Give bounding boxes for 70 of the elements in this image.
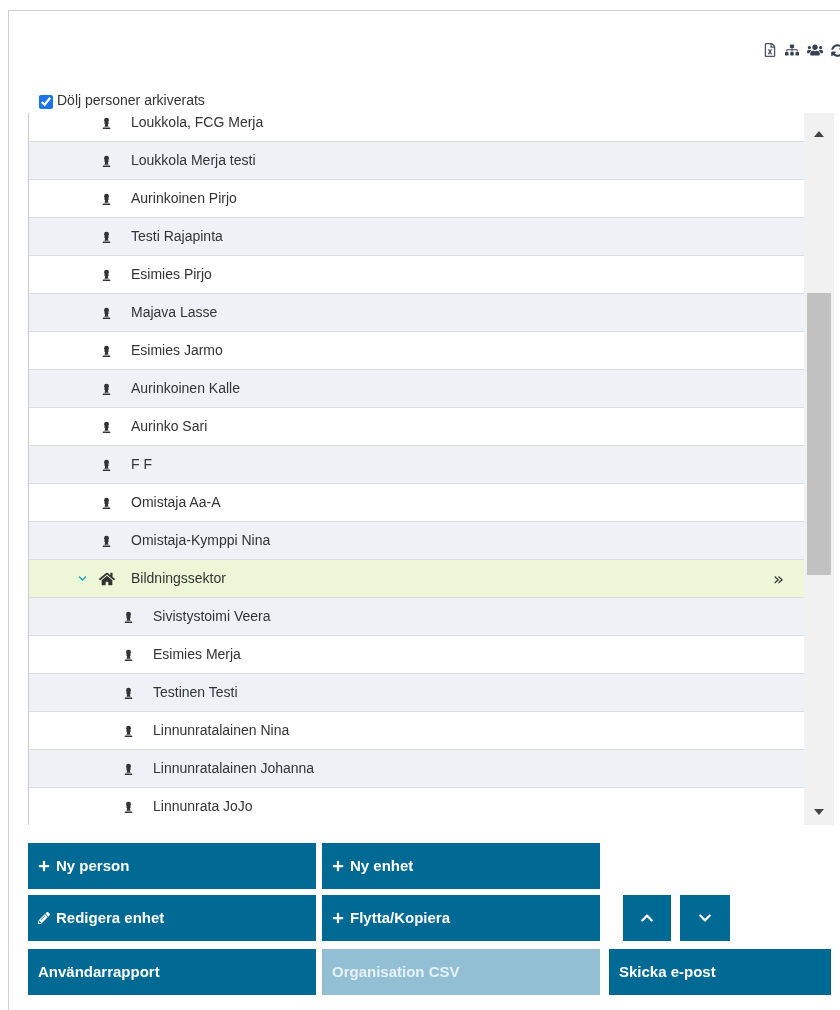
person-icon: [123, 648, 134, 661]
person-icon: [101, 344, 112, 357]
person-icon: [123, 724, 134, 737]
person-row[interactable]: Majava Lasse: [29, 294, 804, 332]
person-row[interactable]: Loukkola Merja testi: [29, 142, 804, 180]
person-icon: [101, 420, 112, 433]
person-name: Linnunrata JoJo: [153, 797, 253, 816]
person-row[interactable]: Aurinkoinen Kalle: [29, 370, 804, 408]
person-row[interactable]: Omistaja-Kymppi Nina: [29, 522, 804, 560]
person-name: Aurinkoinen Pirjo: [131, 189, 237, 208]
person-name: Linnunratalainen Nina: [153, 721, 290, 740]
person-row[interactable]: Testinen Testi: [29, 674, 804, 712]
unit-row[interactable]: Bildningssektor »: [29, 560, 804, 598]
group-icon[interactable]: [807, 42, 823, 58]
action-button[interactable]: Redigera enhet: [28, 895, 316, 941]
person-name: Loukkola Merja testi: [131, 151, 256, 170]
person-name: Aurinkoinen Kalle: [131, 379, 240, 398]
person-icon: [101, 268, 112, 281]
person-icon: [101, 534, 112, 547]
spreadsheet-file-icon[interactable]: [763, 43, 777, 57]
person-icon: [123, 800, 134, 813]
person-name: Aurinko Sari: [131, 417, 208, 436]
person-name: Sivistystoimi Veera: [153, 607, 271, 626]
person-icon: [123, 686, 134, 699]
plus-icon: [332, 860, 344, 872]
person-name: Linnunratalainen Johanna: [153, 759, 315, 778]
person-name: Testinen Testi: [153, 683, 238, 702]
scrollbar-thumb[interactable]: [807, 293, 831, 575]
person-name: Testi Rajapinta: [131, 227, 223, 246]
scroll-up-icon[interactable]: [814, 131, 824, 137]
person-name: Loukkola, FCG Merja: [131, 113, 264, 132]
scroll-down-icon[interactable]: [814, 809, 824, 815]
unit-name: Bildningssektor: [131, 569, 226, 588]
person-name: Esimies Merja: [153, 645, 241, 664]
person-name: Omistaja Aa-A: [131, 493, 221, 512]
person-icon: [101, 306, 112, 319]
person-icon: [101, 496, 112, 509]
person-name: Esimies Jarmo: [131, 341, 223, 360]
person-icon: [101, 192, 112, 205]
scrollbar[interactable]: [804, 113, 834, 825]
person-name: Majava Lasse: [131, 303, 218, 322]
action-button[interactable]: Skicka e-post: [609, 949, 831, 995]
action-button[interactable]: Flytta/Kopiera: [322, 895, 600, 941]
checkbox-label: Dölj personer arkiverats: [57, 90, 205, 110]
person-icon: [101, 154, 112, 167]
expand-action[interactable]: »: [773, 565, 784, 592]
hierarchy-icon[interactable]: [785, 43, 799, 57]
plus-icon: [332, 912, 344, 924]
person-icon: [101, 230, 112, 243]
refresh-icon[interactable]: [831, 43, 840, 57]
house-icon: [99, 570, 115, 587]
person-name: F F: [131, 455, 152, 474]
person-name: Omistaja-Kymppi Nina: [131, 531, 271, 550]
plus-icon: [38, 860, 50, 872]
checkbox[interactable]: [39, 94, 53, 109]
person-name: Esimies Pirjo: [131, 265, 212, 284]
action-button[interactable]: Användarrapport: [28, 949, 316, 995]
person-icon: [101, 116, 112, 129]
person-row[interactable]: Sivistystoimi Veera: [29, 598, 804, 636]
person-row[interactable]: Testi Rajapinta: [29, 218, 804, 256]
action-button[interactable]: Ny enhet: [322, 843, 600, 889]
action-button[interactable]: Ny person: [28, 843, 316, 889]
person-icon: [101, 382, 112, 395]
person-icon: [123, 762, 134, 775]
person-row[interactable]: Linnunratalainen Johanna: [29, 750, 804, 788]
person-icon: [101, 458, 112, 471]
pencil-icon: [38, 912, 50, 924]
person-icon: [123, 610, 134, 623]
person-row[interactable]: Loukkola, FCG Merja: [29, 113, 804, 142]
person-row[interactable]: F F: [29, 446, 804, 484]
